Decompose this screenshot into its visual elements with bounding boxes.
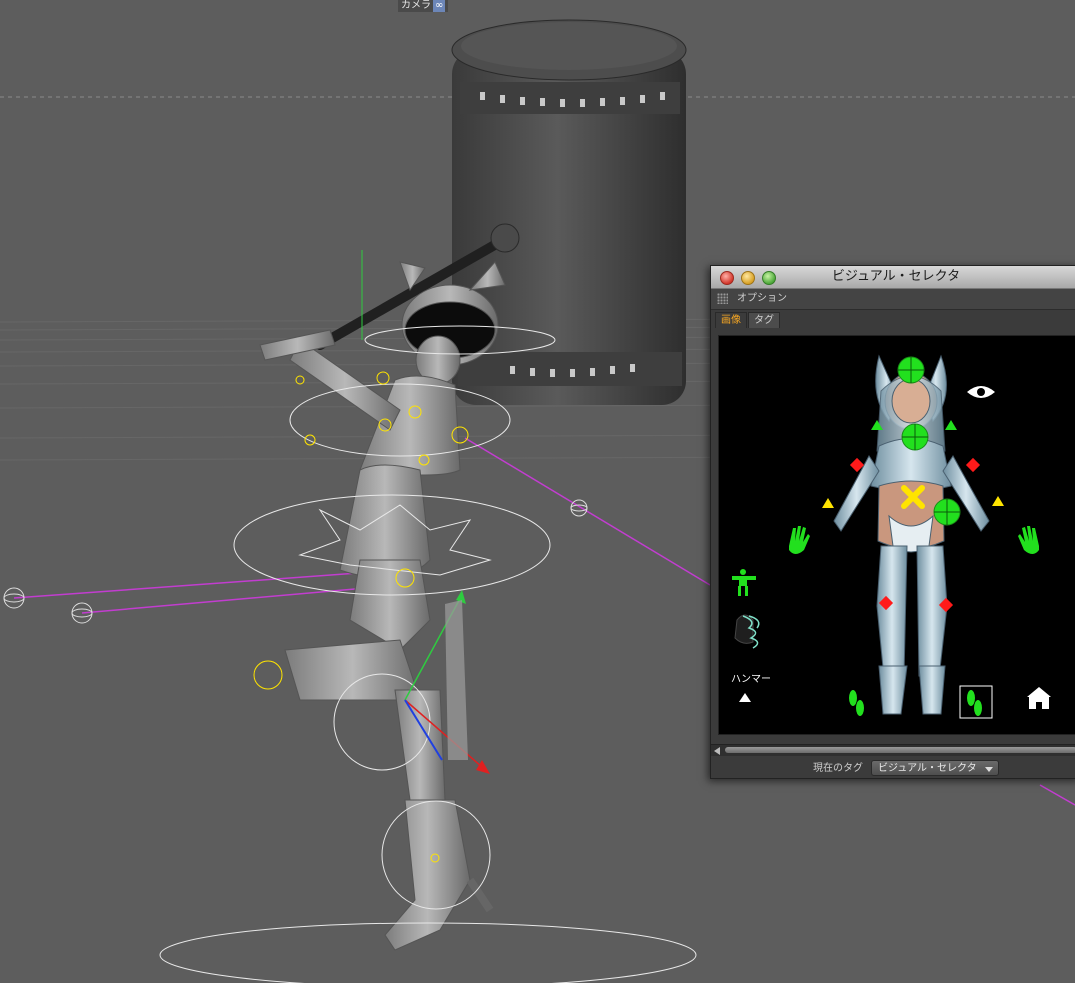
title-bar[interactable]: ビジュアル・セレクタ — [711, 266, 1075, 289]
rig-target-handles[interactable] — [3, 499, 588, 624]
current-tag-value: ビジュアル・セレクタ — [878, 763, 977, 774]
hammer-label[interactable]: ハンマー — [731, 670, 771, 685]
current-tag-dropdown[interactable]: ビジュアル・セレクタ — [871, 760, 999, 776]
triangle-up-icon[interactable] — [739, 693, 751, 702]
selector-image-panel[interactable]: ハンマー — [718, 335, 1075, 735]
selector-hip[interactable] — [933, 498, 961, 526]
visual-selector-window[interactable]: ビジュアル・セレクタ オプション 画像 タグ ハンマー 現在のタグ ビジュアル・… — [710, 265, 1075, 779]
scroll-left-arrow[interactable] — [714, 747, 720, 755]
current-tag-label: 現在のタグ — [813, 763, 863, 774]
menu-bar: オプション — [711, 289, 1075, 310]
hammer-model[interactable] — [315, 19, 687, 405]
hand-left-icon[interactable] — [789, 526, 810, 554]
grip-icon[interactable] — [717, 293, 728, 304]
body-icon[interactable] — [732, 569, 756, 596]
eye-icon[interactable] — [967, 386, 995, 398]
horizontal-scrollbar[interactable] — [711, 744, 1075, 756]
character-picture — [833, 354, 990, 715]
tab-tag[interactable]: タグ — [748, 312, 780, 328]
window-title: ビジュアル・セレクタ — [831, 269, 961, 284]
foot-right-icon[interactable] — [967, 690, 982, 716]
home-icon[interactable] — [1027, 687, 1051, 709]
menu-options[interactable]: オプション — [737, 289, 787, 309]
tab-image[interactable]: 画像 — [715, 312, 747, 328]
scroll-thumb[interactable] — [725, 747, 1075, 753]
hand-right-icon[interactable] — [1018, 526, 1039, 554]
hair-icon[interactable] — [734, 614, 760, 649]
camera-label[interactable]: カメラ ∞ — [398, 0, 449, 12]
tab-bar: 画像 タグ — [715, 312, 781, 328]
selector-head[interactable] — [897, 356, 925, 384]
selector-chest[interactable] — [901, 423, 929, 451]
infinity-icon: ∞ — [433, 0, 446, 12]
selector-canvas[interactable] — [719, 336, 1075, 734]
foot-left-icon[interactable] — [849, 690, 864, 716]
chevron-down-icon — [985, 767, 993, 772]
